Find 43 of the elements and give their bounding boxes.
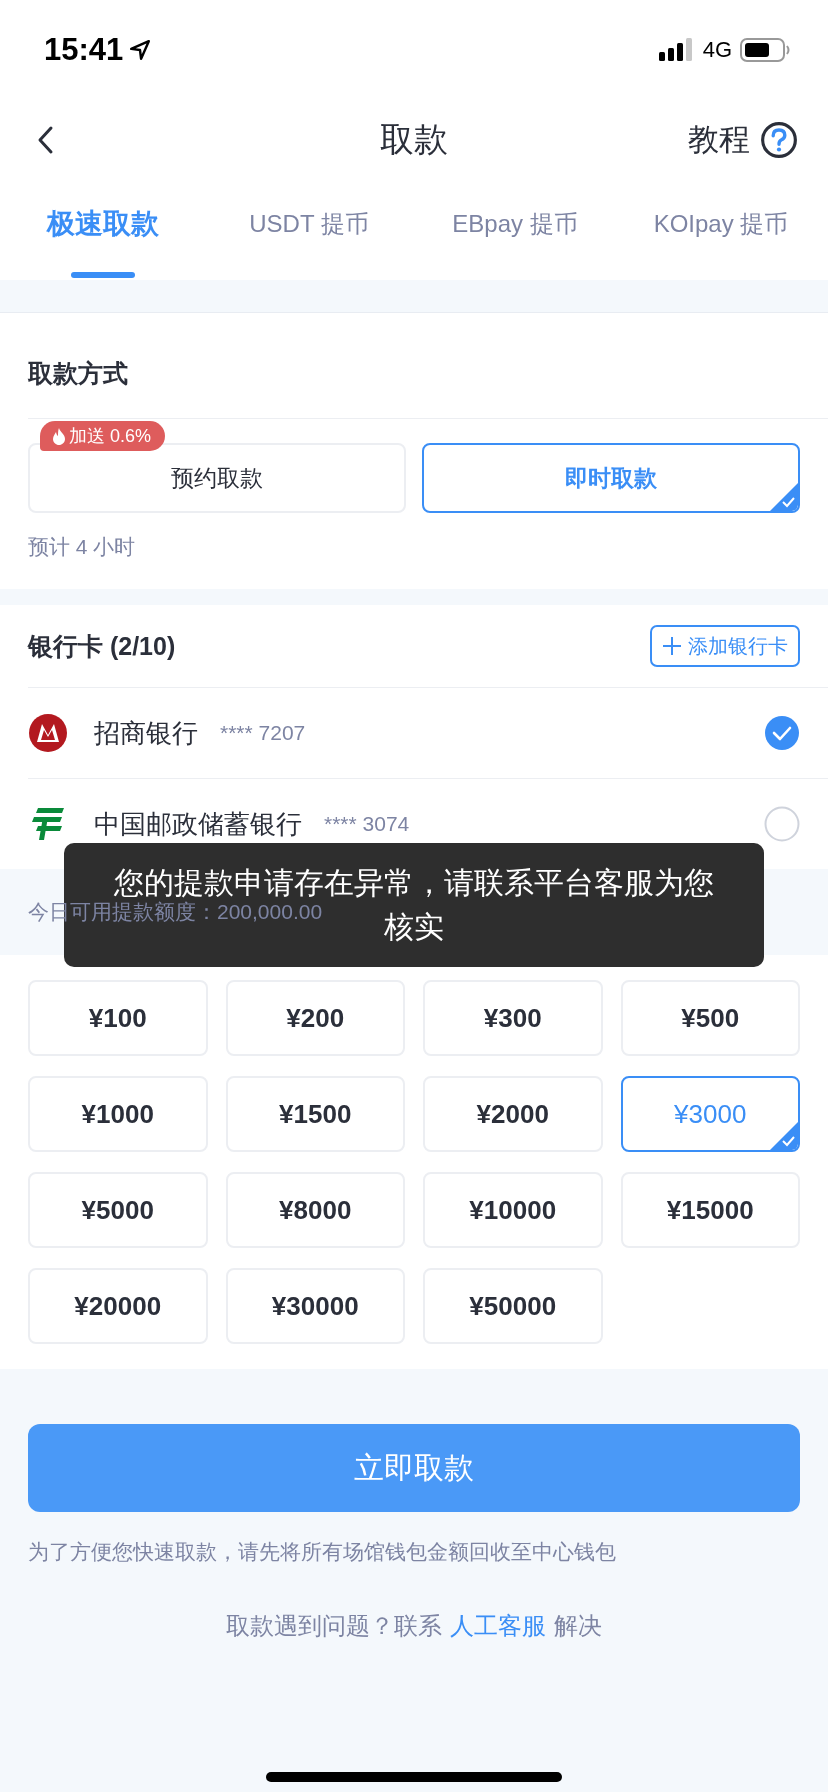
amount-button[interactable]: ¥30000: [225, 1268, 405, 1344]
corner-check-icon: [770, 483, 798, 511]
corner-check-icon: [770, 1122, 798, 1150]
estimate-note: 预计 4 小时: [28, 534, 137, 560]
amount-button[interactable]: ¥15000: [620, 1172, 800, 1248]
help-text: 取款遇到问题？联系: [226, 1612, 442, 1639]
tutorial-button[interactable]: 教程: [688, 119, 798, 161]
plus-icon: [662, 636, 682, 656]
signal-icon: [658, 38, 695, 62]
location-arrow-icon: [129, 39, 152, 61]
section-heading: 取款方式: [28, 313, 828, 419]
amount-button[interactable]: ¥50000: [423, 1268, 603, 1344]
network-label: 4G: [702, 37, 732, 63]
amount-button[interactable]: ¥1500: [225, 1076, 405, 1152]
amount-button[interactable]: ¥500: [620, 980, 800, 1056]
amount-button[interactable]: ¥2000: [423, 1076, 603, 1152]
card-number: **** 7207: [220, 721, 307, 745]
bonus-badge: 加送 0.6%: [40, 421, 166, 451]
page-title: 取款: [380, 119, 448, 160]
bank-name: 招商银行: [94, 716, 198, 750]
status-time: 15:41: [44, 32, 124, 68]
flame-icon: [52, 427, 66, 445]
amount-button[interactable]: ¥8000: [225, 1172, 405, 1248]
bank-name: 中国邮政储蓄银行: [94, 807, 302, 841]
battery-icon: [740, 38, 790, 62]
bank-logo-icon: [28, 713, 68, 753]
amount-button[interactable]: ¥5000: [28, 1172, 208, 1248]
help-text: 解决: [554, 1612, 602, 1639]
amount-button[interactable]: ¥1000: [28, 1076, 208, 1152]
tab[interactable]: USDT 提币: [206, 180, 412, 280]
card-number: **** 3074: [324, 812, 411, 836]
bank-row[interactable]: 招商银行 **** 7207: [28, 688, 828, 779]
amount-button[interactable]: ¥10000: [423, 1172, 603, 1248]
tab[interactable]: EBpay 提币: [412, 180, 618, 280]
tab[interactable]: KOIpay 提币: [618, 180, 824, 280]
amount-button[interactable]: ¥200: [225, 980, 405, 1056]
option-button[interactable]: 预约取款: [28, 443, 406, 513]
amount-button[interactable]: ¥20000: [28, 1268, 208, 1344]
amount-button[interactable]: ¥300: [423, 980, 603, 1056]
hint-text: 为了方便您快速取款，请先将所有场馆钱包金额回收至中心钱包: [28, 1539, 617, 1565]
help-icon: [760, 121, 798, 159]
section-heading: 银行卡 (2/10): [28, 630, 176, 662]
amount-button[interactable]: ¥100: [28, 980, 208, 1056]
